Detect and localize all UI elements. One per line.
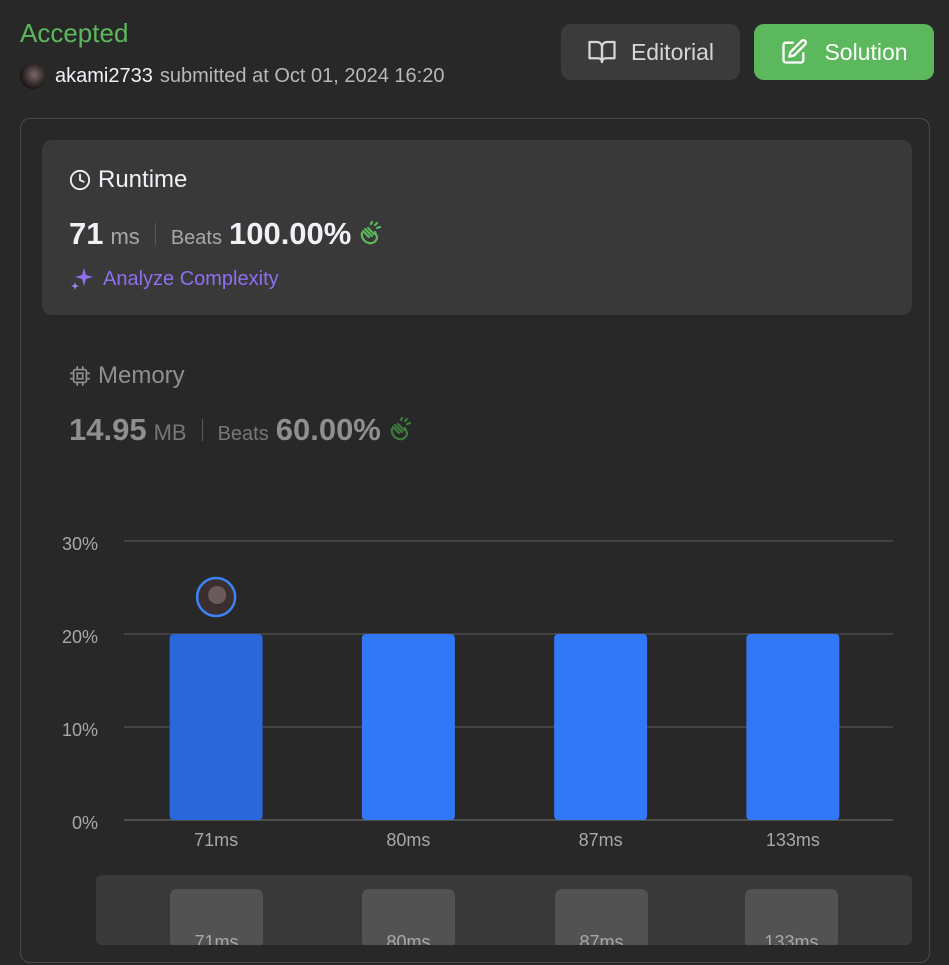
stats-divider: [154, 223, 156, 245]
memory-beats-label: Beats: [217, 423, 269, 445]
clapping-hands-icon: [387, 417, 415, 443]
submitted-at-text: submitted at Oct 01, 2024 16:20: [159, 64, 445, 87]
chart-bar[interactable]: [361, 634, 455, 820]
runtime-unit: ms: [110, 224, 140, 249]
memory-title[interactable]: Memory: [69, 362, 185, 390]
memory-stats: 14.95 MB Beats 60.00%: [69, 412, 415, 448]
book-open-icon: [587, 37, 617, 67]
solution-button[interactable]: Solution: [754, 24, 934, 80]
editorial-label: Editorial: [630, 38, 715, 65]
username-link[interactable]: akami2733: [55, 65, 153, 88]
submitter-info: akami2733 submitted at Oct 01, 2024 16:2…: [20, 63, 444, 89]
runtime-beats-value: 100.00%: [228, 216, 352, 251]
memory-unit: MB: [153, 420, 187, 445]
minimap-bar[interactable]: 87ms: [555, 889, 648, 945]
stats-divider: [201, 419, 203, 441]
clock-icon: [69, 169, 91, 191]
runtime-value: 71: [69, 216, 104, 251]
chart-bar[interactable]: [554, 634, 648, 820]
minimap-label: 80ms: [386, 932, 431, 945]
minimap-bar[interactable]: 71ms: [170, 889, 263, 945]
cpu-chip-icon: [69, 365, 91, 387]
runtime-card[interactable]: Runtime 71 ms Beats 100.00% Analyze Comp…: [42, 140, 912, 315]
analyze-complexity-link[interactable]: Analyze Complexity: [69, 266, 279, 292]
sparkles-icon: [69, 266, 95, 292]
minimap-label: 87ms: [579, 932, 624, 945]
submission-status: Accepted: [20, 18, 129, 48]
user-avatar[interactable]: [20, 63, 46, 89]
edit-icon: [780, 37, 810, 67]
chart-bar[interactable]: [169, 634, 263, 820]
runtime-beats-label: Beats: [170, 227, 222, 249]
minimap-label: 71ms: [194, 932, 239, 945]
memory-beats-value: 60.00%: [275, 412, 381, 447]
minimap-bar[interactable]: 80ms: [362, 889, 455, 945]
runtime-title: Runtime: [69, 166, 187, 194]
solution-label: Solution: [824, 38, 908, 65]
minimap-label: 133ms: [764, 932, 819, 945]
clapping-hands-icon: [357, 221, 385, 247]
chart-bar[interactable]: [746, 634, 840, 820]
runtime-title-text: Runtime: [98, 166, 188, 193]
memory-value: 14.95: [69, 412, 147, 447]
analyze-complexity-label: Analyze Complexity: [103, 267, 279, 290]
memory-title-text: Memory: [98, 362, 185, 389]
minimap-bar[interactable]: 133ms: [745, 889, 838, 945]
editorial-button[interactable]: Editorial: [561, 24, 740, 80]
chart-range-minimap[interactable]: 71ms 80ms 87ms 133ms: [96, 875, 912, 945]
runtime-stats: 71 ms Beats 100.00%: [69, 216, 385, 252]
